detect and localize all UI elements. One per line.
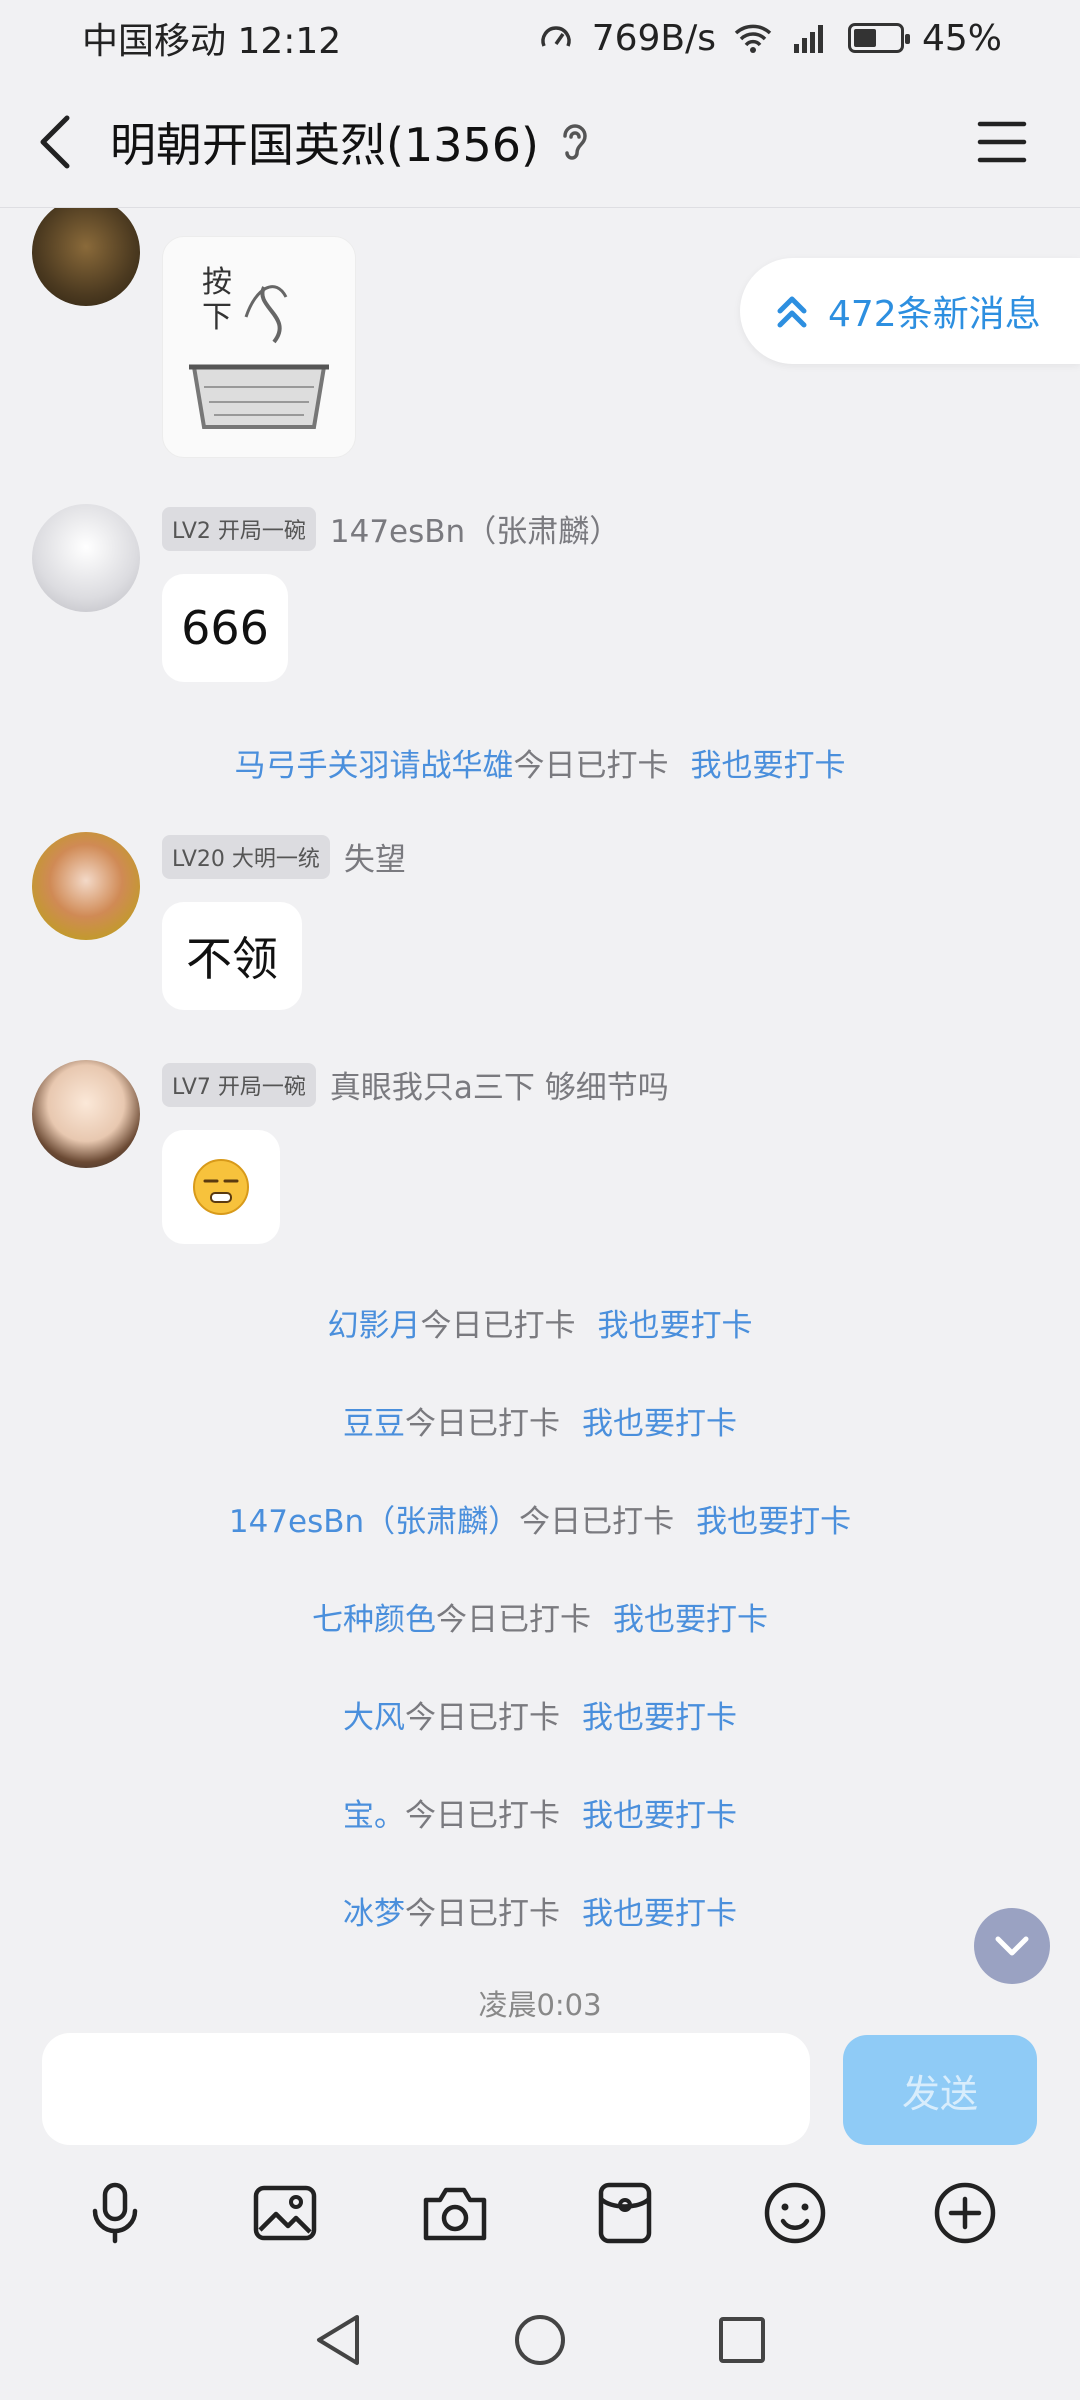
checkin-text: 今日已打卡 <box>405 1700 560 1736</box>
checkin-user[interactable]: 宝。 <box>343 1798 405 1834</box>
send-button[interactable]: 发送 <box>843 2035 1037 2145</box>
checkin-join-link[interactable]: 我也要打卡 <box>598 1308 753 1344</box>
checkin-user[interactable]: 豆豆 <box>343 1406 405 1442</box>
emoji-button[interactable] <box>760 2178 830 2248</box>
checkin-user[interactable]: 马弓手关羽请战华雄 <box>235 748 514 784</box>
chat-area[interactable]: 按 下 LV2 开局一碗 147esBn（张肃麟） 666 马弓手关羽请战华雄今… <box>0 208 1080 2018</box>
nav-home-icon[interactable] <box>513 2313 567 2367</box>
image-icon <box>253 2185 317 2241</box>
checkin-notice: 七种颜色今日已打卡 我也要打卡 <box>0 1594 1080 1639</box>
avatar[interactable] <box>32 504 140 612</box>
avatar[interactable] <box>32 208 140 306</box>
signal-icon <box>793 25 823 53</box>
checkin-notice: 宝。今日已打卡 我也要打卡 <box>0 1790 1080 1835</box>
checkin-notice: 大风今日已打卡 我也要打卡 <box>0 1692 1080 1737</box>
checkin-user[interactable]: 147esBn（张肃麟） <box>229 1504 519 1540</box>
scroll-to-bottom-button[interactable] <box>974 1908 1050 1984</box>
status-right: 769B/s 45% <box>538 18 1002 59</box>
red-packet-button[interactable] <box>590 2178 660 2248</box>
message-meta: LV2 开局一碗 147esBn（张肃麟） <box>162 506 620 551</box>
checkin-text: 今日已打卡 <box>405 1896 560 1932</box>
checkin-notice: 豆豆今日已打卡 我也要打卡 <box>0 1398 1080 1443</box>
plus-circle-icon <box>934 2182 996 2244</box>
network-speed: 769B/s <box>591 17 716 59</box>
new-messages-count: 472条新消息 <box>828 294 1041 335</box>
battery-icon <box>847 23 910 53</box>
avatar[interactable] <box>32 832 140 940</box>
checkin-join-link[interactable]: 我也要打卡 <box>613 1602 768 1638</box>
input-area: 发送 <box>0 2018 1080 2163</box>
wifi-icon <box>734 24 772 53</box>
camera-button[interactable] <box>420 2178 490 2248</box>
input-toolbar <box>0 2163 1080 2263</box>
svg-text:按: 按 <box>202 265 232 300</box>
smirk-emoji-icon <box>193 1159 249 1215</box>
voice-button[interactable] <box>80 2178 150 2248</box>
double-chevron-up-icon <box>777 296 807 328</box>
nav-recents-icon[interactable] <box>717 2315 767 2365</box>
camera-icon <box>423 2187 487 2241</box>
menu-icon[interactable] <box>974 114 1030 170</box>
message-input[interactable] <box>42 2033 810 2145</box>
checkin-join-link[interactable]: 我也要打卡 <box>582 1896 737 1932</box>
new-messages-button[interactable]: 472条新消息 <box>740 258 1080 364</box>
checkin-join-link[interactable]: 我也要打卡 <box>582 1798 737 1834</box>
checkin-notice: 冰梦今日已打卡 我也要打卡 <box>0 1888 1080 1933</box>
ear-icon[interactable] <box>555 120 595 164</box>
time-divider: 凌晨0:03 <box>478 1988 602 2018</box>
checkin-user[interactable]: 幻影月 <box>328 1308 421 1344</box>
message-bubble[interactable]: 不领 <box>162 902 302 1010</box>
checkin-join-link[interactable]: 我也要打卡 <box>582 1406 737 1442</box>
more-button[interactable] <box>930 2178 1000 2248</box>
checkin-text: 今日已打卡 <box>420 1308 576 1344</box>
nav-back-icon[interactable] <box>313 2313 363 2367</box>
checkin-notice: 147esBn（张肃麟）今日已打卡 我也要打卡 <box>0 1496 1080 1541</box>
image-button[interactable] <box>250 2178 320 2248</box>
carrier-time: 中国移动 12:12 <box>82 21 342 62</box>
chat-title: 明朝开国英烈(1356) <box>110 117 539 172</box>
title-bar: 明朝开国英烈(1356) <box>0 76 1080 208</box>
status-bar: 中国移动 12:12 769B/s 45% <box>0 0 1080 76</box>
chevron-down-icon <box>995 1936 1029 1956</box>
speed-icon <box>540 26 571 47</box>
back-arrow-icon <box>40 115 70 168</box>
red-packet-icon <box>598 2182 652 2244</box>
checkin-user[interactable]: 大风 <box>343 1700 405 1736</box>
message-meta: LV20 大明一统 失望 <box>162 834 406 879</box>
message-bubble[interactable]: 666 <box>162 574 288 682</box>
battery-percent: 45% <box>921 17 1002 59</box>
level-badge: LV20 大明一统 <box>162 834 330 879</box>
checkin-text: 今日已打卡 <box>519 1504 675 1540</box>
sticker-image[interactable]: 按 下 <box>162 236 356 458</box>
checkin-text: 今日已打卡 <box>405 1406 560 1442</box>
sender-name[interactable]: 真眼我只a三下 够细节吗 <box>330 1062 669 1107</box>
smiley-icon <box>764 2182 826 2244</box>
sender-name[interactable]: 失望 <box>344 834 406 879</box>
checkin-notice: 马弓手关羽请战华雄今日已打卡 我也要打卡 <box>0 740 1080 785</box>
checkin-text: 今日已打卡 <box>405 1798 560 1834</box>
level-badge: LV2 开局一碗 <box>162 506 316 551</box>
sticker-drawing: 按 下 <box>189 265 329 429</box>
back-button[interactable] <box>0 76 110 208</box>
checkin-text: 今日已打卡 <box>436 1602 591 1638</box>
level-badge: LV7 开局一碗 <box>162 1062 316 1107</box>
checkin-join-link[interactable]: 我也要打卡 <box>691 748 846 784</box>
system-nav-bar <box>0 2280 1080 2400</box>
checkin-user[interactable]: 七种颜色 <box>312 1602 436 1638</box>
checkin-join-link[interactable]: 我也要打卡 <box>582 1700 737 1736</box>
microphone-icon <box>92 2182 138 2244</box>
checkin-user[interactable]: 冰梦 <box>343 1896 405 1932</box>
checkin-join-link[interactable]: 我也要打卡 <box>696 1504 851 1540</box>
avatar[interactable] <box>32 1060 140 1168</box>
message-meta: LV7 开局一碗 真眼我只a三下 够细节吗 <box>162 1062 669 1107</box>
checkin-notice: 幻影月今日已打卡 我也要打卡 <box>0 1300 1080 1345</box>
svg-text:下: 下 <box>202 300 232 335</box>
checkin-text: 今日已打卡 <box>513 748 669 784</box>
emoji-bubble[interactable] <box>162 1130 280 1244</box>
sender-name[interactable]: 147esBn（张肃麟） <box>330 506 620 551</box>
